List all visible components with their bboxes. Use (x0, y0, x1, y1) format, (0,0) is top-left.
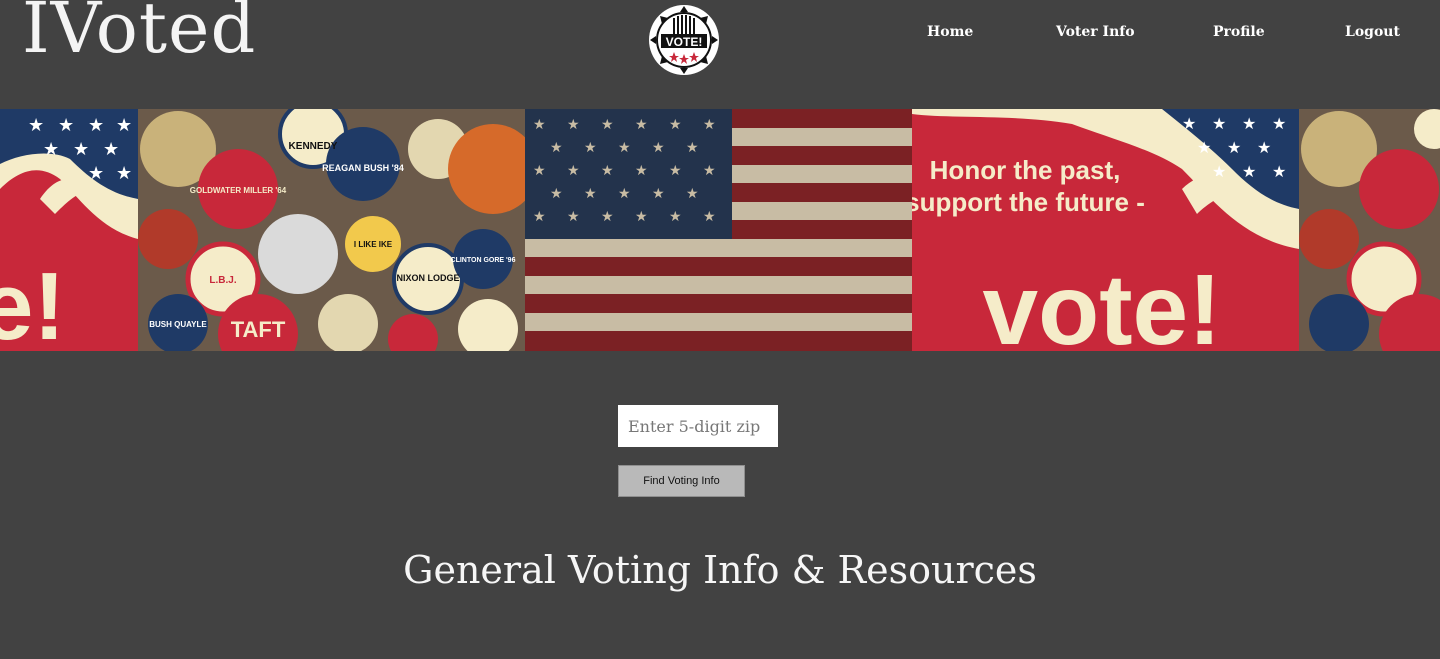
nav-voter-info-link[interactable]: Voter Info (1056, 24, 1135, 40)
poster-partial-word: e! (0, 253, 65, 351)
button-goldwater: GOLDWATER MILLER '64 (190, 186, 287, 195)
svg-text:★: ★ (28, 115, 44, 136)
poster-headline-line1: Honor the past, (930, 155, 1121, 185)
button-reagan: REAGAN BUSH '84 (322, 163, 404, 173)
campaign-buttons-collage: KENNEDY REAGAN BUSH '84 GOLDWATER MILLER… (138, 109, 525, 351)
american-flag-image: ★ ★ ★ ★ ★ ★ ★ ★ ★ ★ ★ ★ ★ ★ ★ ★ ★ ★ ★ ★ ★ ★ ★ ★ ★ ★ ★ ★ (525, 109, 912, 351)
logo-text: VOTE! (666, 35, 703, 49)
poster-headline-line2: support the future - (912, 187, 1145, 217)
brand-title[interactable]: IVoted (22, 0, 256, 68)
vote-poster-image: ★ ★ ★ ★ ★ ★ ★ ★ ★ ★ Honor the past, support the… (912, 109, 1299, 351)
hero-banner: ★ ★ ★ ★ ★ ★ ★ ★ ★ e! KENNEDY REAGAN BUSH… (0, 109, 1440, 351)
svg-text:★: ★ (1257, 138, 1271, 157)
svg-text:★: ★ (1272, 162, 1286, 181)
find-voting-info-button[interactable]: Find Voting Info (618, 465, 745, 497)
svg-text:★: ★ (1197, 138, 1211, 157)
svg-text:★: ★ (73, 139, 89, 160)
svg-text:★: ★ (43, 139, 59, 160)
section-title: General Voting Info & Resources (403, 548, 1037, 592)
svg-text:★: ★ (58, 115, 74, 136)
nav-home-link[interactable]: Home (927, 24, 973, 40)
svg-text:★: ★ (88, 115, 104, 136)
button-ike: I LIKE IKE (354, 240, 393, 249)
button-clinton: CLINTON GORE '96 (451, 257, 516, 264)
svg-text:★: ★ (1212, 114, 1226, 133)
button-nixon: NIXON LODGE (396, 273, 459, 283)
svg-text:★: ★ (1242, 162, 1256, 181)
button-bush-quayle: BUSH QUAYLE (149, 320, 207, 329)
campaign-buttons-collage-repeat (1299, 109, 1440, 351)
poster-big-word: vote! (983, 254, 1222, 351)
zip-code-input[interactable] (618, 405, 778, 447)
svg-text:★: ★ (116, 163, 132, 184)
svg-text:★: ★ (1182, 114, 1196, 133)
svg-text:★: ★ (1272, 114, 1286, 133)
button-kennedy: KENNEDY (289, 141, 338, 152)
vote-logo-icon[interactable]: VOTE! (648, 4, 720, 76)
banner-poster-partial: ★ ★ ★ ★ ★ ★ ★ ★ ★ e! (0, 109, 138, 351)
nav-profile-link[interactable]: Profile (1213, 24, 1265, 40)
svg-text:★: ★ (1227, 138, 1241, 157)
svg-text:★: ★ (1242, 114, 1256, 133)
svg-text:★: ★ (116, 115, 132, 136)
svg-text:★: ★ (103, 139, 119, 160)
button-lbj: L.B.J. (209, 275, 236, 286)
svg-text:★: ★ (88, 163, 104, 184)
nav-logout-link[interactable]: Logout (1345, 24, 1400, 40)
button-taft: TAFT (231, 317, 286, 342)
